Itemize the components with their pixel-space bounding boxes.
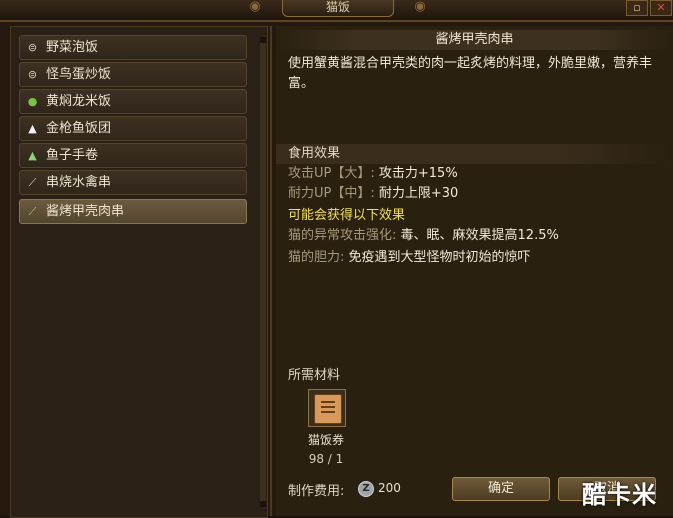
- effect-row: 攻击UP【大】: 攻击力+15%: [288, 164, 458, 184]
- possible-effects-header: 可能会获得以下效果: [288, 208, 406, 223]
- onigiri-icon: ▲: [28, 122, 37, 135]
- recipe-item-6-selected[interactable]: ⟋ 酱烤甲壳肉串: [19, 199, 247, 224]
- window-title: 猫饭: [282, 0, 394, 17]
- recipe-list: ⊜ 野菜泡饭 ⊜ 怪鸟蛋炒饭 ● 黄焖龙米饭 ▲ 金枪鱼饭团 ▲ 鱼子手卷 ⟋ …: [10, 26, 268, 518]
- effect-row: 耐力UP【中】: 耐力上限+30: [288, 184, 458, 204]
- recipe-label: 黄焖龙米饭: [46, 94, 112, 109]
- recipe-label: 怪鸟蛋炒饭: [46, 67, 112, 82]
- recipe-description: 使用蟹黄酱混合甲壳类的肉一起炙烤的料理，外脆里嫩，营养丰富。: [288, 56, 653, 91]
- effect-value: 耐力上限+30: [378, 186, 459, 201]
- skewer-icon: ⟋: [28, 176, 37, 189]
- disc-icon: ⊜: [27, 41, 38, 54]
- material-slot[interactable]: [308, 389, 346, 427]
- recipe-item-5[interactable]: ⟋ 串烧水禽串: [19, 170, 247, 195]
- cost-label: 制作费用:: [288, 484, 345, 499]
- effect-label: 耐力UP【中】:: [288, 186, 375, 201]
- scrollbar-thumb[interactable]: [260, 43, 266, 501]
- effect-label: 猫的胆力:: [288, 250, 345, 265]
- effect-value: 毒、眠、麻效果提高12.5%: [400, 228, 559, 243]
- disc-icon: ⊜: [27, 68, 38, 81]
- zenny-coin-icon: Z: [358, 481, 374, 497]
- effects-header: 食用效果: [276, 144, 673, 164]
- recipe-label: 野菜泡饭: [46, 40, 99, 55]
- green-circle-icon: ●: [27, 95, 38, 108]
- recipe-item-1[interactable]: ⊜ 怪鸟蛋炒饭: [19, 62, 247, 87]
- recipe-detail: 酱烤甲壳肉串 使用蟹黄酱混合甲壳类的肉一起炙烤的料理，外脆里嫩，营养丰富。 食用…: [276, 26, 673, 516]
- recipe-label: 酱烤甲壳肉串: [46, 204, 125, 219]
- recipe-label: 鱼子手卷: [46, 148, 99, 163]
- ornament-left-icon: ◉: [249, 0, 261, 14]
- list-scrollbar[interactable]: [260, 37, 266, 507]
- material-name: 猫饭券: [307, 433, 344, 447]
- effect-label: 攻击UP【大】:: [288, 166, 375, 181]
- materials-header: 所需材料: [288, 368, 341, 383]
- confirm-button[interactable]: 确定: [452, 477, 550, 501]
- recipe-item-3[interactable]: ▲ 金枪鱼饭团: [19, 116, 247, 141]
- possible-effect-row: 猫的胆力: 免疫遇到大型怪物时初始的惊吓: [288, 248, 531, 268]
- hand-roll-icon: ▲: [28, 149, 37, 162]
- minimize-button[interactable]: ▫: [626, 0, 648, 16]
- effect-label: 猫的异常攻击强化:: [288, 228, 397, 243]
- close-button[interactable]: ✕: [650, 0, 672, 16]
- material-count: 98 / 1: [308, 452, 344, 466]
- cost-value: 200: [378, 481, 401, 495]
- effect-value: 攻击力+15%: [378, 166, 458, 181]
- skewer-icon: ⟋: [28, 205, 37, 218]
- game-window: ◉ 猫饭 ◉ ▫ ✕ ⊜ 野菜泡饭 ⊜ 怪鸟蛋炒饭 ● 黄焖龙米饭 ▲ 金枪鱼饭…: [0, 0, 673, 518]
- recipe-item-4[interactable]: ▲ 鱼子手卷: [19, 143, 247, 168]
- recipe-label: 串烧水禽串: [46, 175, 112, 190]
- recipe-item-2[interactable]: ● 黄焖龙米饭: [19, 89, 247, 114]
- ornament-right-icon: ◉: [414, 0, 426, 14]
- recipe-item-0[interactable]: ⊜ 野菜泡饭: [19, 35, 247, 60]
- ticket-icon: [314, 394, 342, 424]
- panel-divider: [270, 26, 272, 516]
- recipe-title: 酱烤甲壳肉串: [276, 30, 673, 50]
- possible-effect-row: 猫的异常攻击强化: 毒、眠、麻效果提高12.5%: [288, 226, 559, 246]
- watermark-logo: 酷卡米: [582, 481, 657, 509]
- recipe-label: 金枪鱼饭团: [46, 121, 112, 136]
- effect-value: 免疫遇到大型怪物时初始的惊吓: [348, 250, 531, 265]
